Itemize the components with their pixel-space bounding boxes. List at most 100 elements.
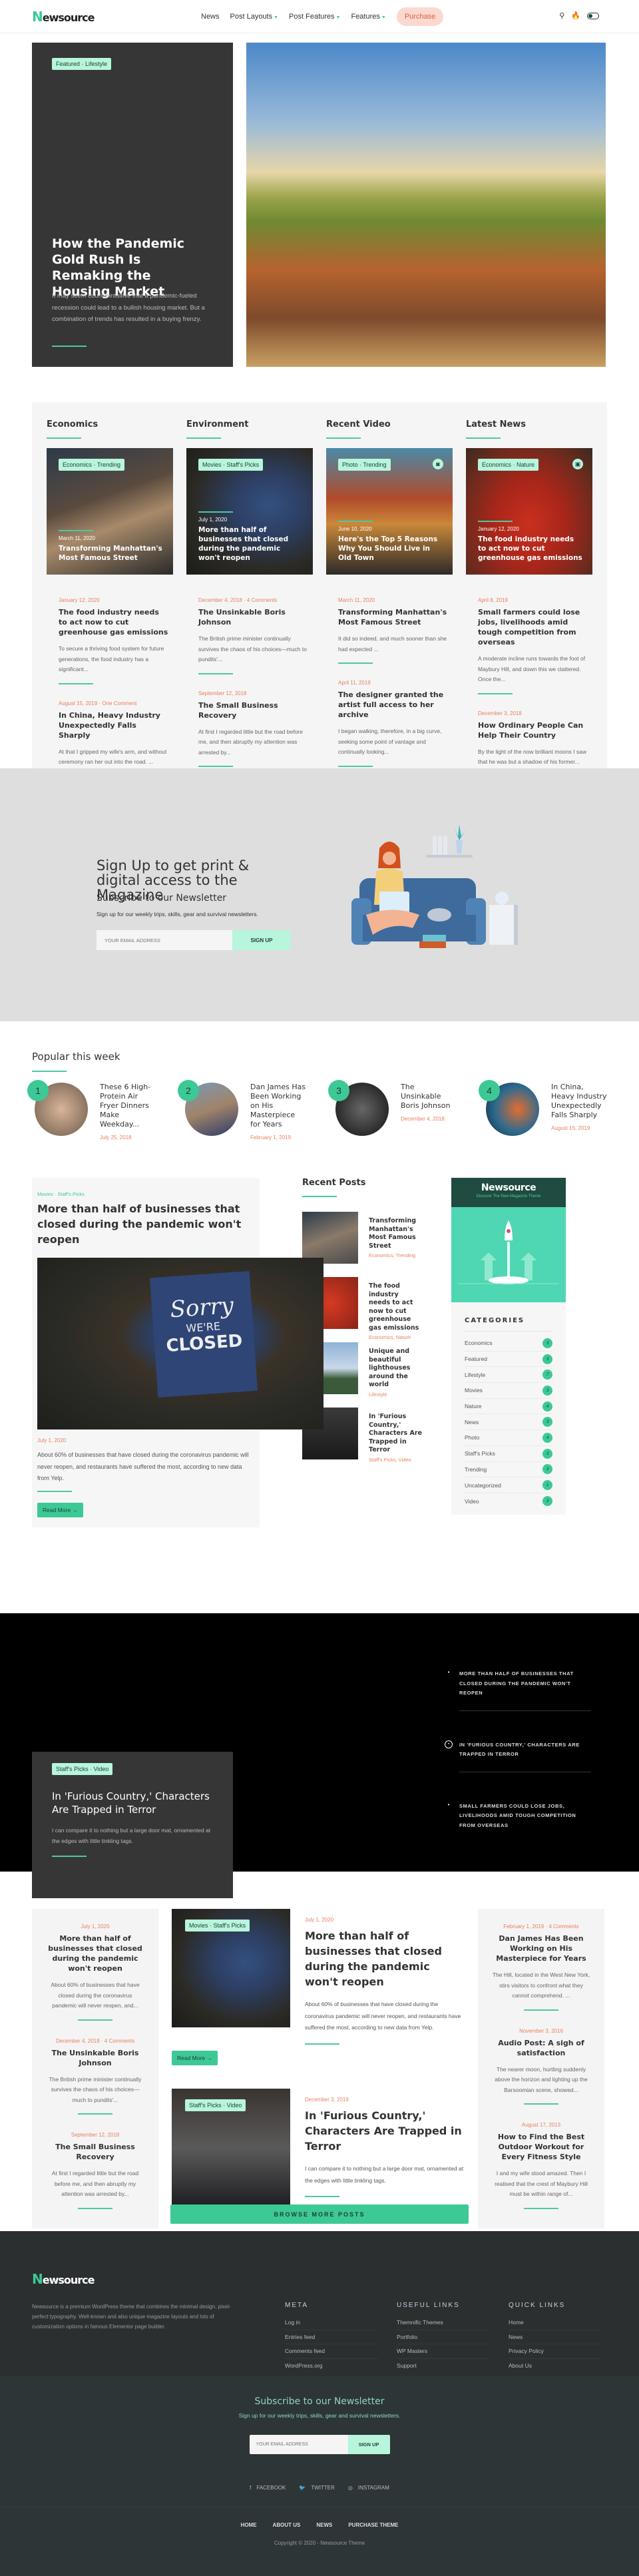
post-title[interactable]: Audio Post: A sigh of satisfaction — [491, 2038, 591, 2058]
nav-features[interactable]: Features ▼ — [351, 13, 385, 21]
sidebar-banner[interactable]: Newsource Discover The New Magazine Them… — [451, 1178, 566, 1207]
card-title[interactable]: More than half of businesses that closed… — [198, 525, 304, 563]
card-tag[interactable]: Photo · Trending — [338, 459, 391, 471]
nav-news[interactable]: News — [201, 13, 220, 21]
slider-list-item[interactable]: • SMALL FARMERS COULD LOSE JOBS, LIVELIH… — [445, 1802, 591, 1858]
recent-post-title[interactable]: Transforming Manhattan's Most Famous Str… — [369, 1217, 422, 1250]
recent-post-categories[interactable]: Staff's Picks, Video — [369, 1457, 422, 1463]
footer-logo[interactable]: Newsource — [32, 2271, 607, 2287]
purchase-button[interactable]: Purchase — [396, 7, 444, 26]
post-title[interactable]: Dan James Has Been Working on His Master… — [491, 1933, 591, 1963]
flame-icon[interactable]: 🔥 — [571, 11, 580, 20]
grid-post-tag[interactable]: Staff's Picks · Video — [185, 2099, 246, 2111]
footer-link[interactable]: Entries feed — [285, 2330, 378, 2344]
category-item[interactable]: Uncategorized 1 — [465, 1477, 552, 1493]
post-title[interactable]: The food industry needs to act now to cu… — [59, 607, 169, 637]
signup-button[interactable]: SIGN UP — [232, 930, 291, 950]
social-link[interactable]: f FACEBOOK — [250, 2485, 286, 2491]
footer-link[interactable]: Support — [397, 2359, 490, 2373]
social-link[interactable]: ◎ INSTAGRAM — [348, 2485, 389, 2491]
footer-nav-link[interactable]: NEWS — [316, 2522, 332, 2528]
category-item[interactable]: News 3 — [465, 1414, 552, 1431]
social-link[interactable]: 🐦 TWITTER — [299, 2485, 335, 2491]
footer-link[interactable]: WordPress.org — [285, 2359, 378, 2373]
popular-item[interactable]: 4 In China, Heavy Industry Unexpectedly … — [479, 1080, 607, 1141]
slider-list-item[interactable]: • IN 'FURIOUS COUNTRY,' CHARACTERS ARE T… — [445, 1740, 591, 1787]
post-title[interactable]: The Small Business Recovery — [198, 700, 309, 720]
grid-post-title[interactable]: In 'Furious Country,' Characters Are Tra… — [305, 2108, 465, 2154]
footer-link[interactable]: Themnific Themes — [397, 2316, 490, 2330]
read-more-button[interactable]: Read More → — [172, 2051, 218, 2065]
recent-post-categories[interactable]: Economics, Trending — [369, 1252, 422, 1258]
recent-post-title[interactable]: In 'Furious Country,' Characters Are Tra… — [369, 1413, 422, 1455]
card-tag[interactable]: Economics · Trending — [59, 459, 125, 471]
footer-link[interactable]: WP Masters — [397, 2344, 490, 2359]
footer-signup-button[interactable]: SIGN UP — [347, 2435, 390, 2454]
slider-title[interactable]: In 'Furious Country,' Characters Are Tra… — [52, 1790, 212, 1816]
hero-card[interactable]: Featured · Lifestyle How the Pandemic Go… — [32, 43, 233, 367]
featured-post-image[interactable]: Sorry WE'RE CLOSED — [37, 1258, 323, 1429]
card-title[interactable]: Transforming Manhattan's Most Famous Str… — [59, 544, 164, 563]
category-item[interactable]: Photo 4 — [465, 1430, 552, 1446]
popular-title[interactable]: In China, Heavy Industry Unexpectedly Fa… — [551, 1083, 607, 1120]
footer-link[interactable]: Privacy Policy — [509, 2344, 602, 2359]
grid-post-tag[interactable]: Movies · Staff's Picks — [185, 1920, 250, 1932]
popular-item[interactable]: 3 The Unsinkable Boris Johnson December … — [328, 1080, 457, 1141]
footer-nav-link[interactable]: PURCHASE THEME — [348, 2522, 398, 2528]
post-title[interactable]: Transforming Manhattan's Most Famous Str… — [338, 607, 449, 627]
card-title[interactable]: Here's the Top 5 Reasons Why You Should … — [338, 535, 443, 563]
post-title[interactable]: More than half of businesses that closed… — [45, 1933, 145, 1973]
grid-post-image[interactable]: Staff's Picks · Video — [172, 2089, 290, 2207]
category-item[interactable]: Featured 3 — [465, 1352, 552, 1368]
card-tag[interactable]: Movies · Staff's Picks — [198, 459, 264, 471]
category-item[interactable]: Movies 3 — [465, 1383, 552, 1399]
popular-title[interactable]: These 6 High-Protein Air Fryer Dinners M… — [100, 1083, 156, 1129]
category-item[interactable]: Economics 3 — [465, 1336, 552, 1352]
column-card[interactable]: Photo · Trending ◙ June 10, 2020 Here's t… — [326, 448, 453, 575]
featured-post-categories[interactable]: Movies · Staff's Picks — [32, 1191, 260, 1197]
footer-link[interactable]: About Us — [509, 2359, 602, 2373]
popular-item[interactable]: 1 These 6 High-Protein Air Fryer Dinners… — [27, 1080, 156, 1141]
category-item[interactable]: Lifestyle 7 — [465, 1367, 552, 1384]
footer-email-input[interactable] — [249, 2435, 348, 2454]
post-title[interactable]: In China, Heavy Industry Unexpectedly Fa… — [59, 710, 169, 740]
email-input[interactable] — [97, 930, 232, 950]
popular-title[interactable]: Dan James Has Been Working on His Master… — [250, 1083, 306, 1129]
hero-image[interactable] — [246, 43, 606, 367]
recent-post-title[interactable]: Unique and beautiful lighthouses around … — [369, 1348, 422, 1390]
post-title[interactable]: How to Find the Best Outdoor Workout for… — [491, 2132, 591, 2162]
category-item[interactable]: Video 3 — [465, 1493, 552, 1509]
category-item[interactable]: Nature 4 — [465, 1399, 552, 1415]
nav-post-features[interactable]: Post Features ▼ — [289, 13, 340, 21]
column-card[interactable]: Economics · Nature ▣ January 12, 2020 The… — [466, 448, 592, 575]
featured-post-title[interactable]: More than half of businesses that closed… — [32, 1201, 252, 1247]
recent-post-categories[interactable]: Lifestyle — [369, 1392, 422, 1398]
post-title[interactable]: How Ordinary People Can Help Their Count… — [478, 720, 588, 740]
footer-link[interactable]: News — [509, 2330, 602, 2344]
browse-more-posts-button[interactable]: BROWSE MORE POSTS — [170, 2204, 469, 2224]
post-title[interactable]: The Unsinkable Boris Johnson — [45, 2048, 145, 2068]
grid-post-image[interactable]: Movies · Staff's Picks — [172, 1909, 290, 2027]
card-title[interactable]: The food industry needs to act now to cu… — [478, 535, 583, 563]
slider-tag[interactable]: Staff's Picks · Video — [52, 1763, 113, 1775]
category-item[interactable]: Staff's Picks 3 — [465, 1446, 552, 1462]
hero-tag[interactable]: Featured · Lifestyle — [52, 58, 112, 70]
read-more-button[interactable]: Read More → — [37, 1503, 83, 1517]
site-logo[interactable]: Newsource — [32, 9, 95, 25]
recent-post-thumbnail[interactable] — [302, 1212, 358, 1264]
nav-post-layouts[interactable]: Post Layouts ▼ — [230, 13, 279, 21]
footer-link[interactable]: Home — [509, 2316, 602, 2330]
recent-post-title[interactable]: The food industry needs to act now to cu… — [369, 1282, 422, 1332]
category-item[interactable]: Trending 3 — [465, 1462, 552, 1478]
column-card[interactable]: Economics · Trending March 11, 2020 Tran… — [47, 448, 173, 575]
column-card[interactable]: Movies · Staff's Picks July 1, 2020 More… — [186, 448, 313, 575]
grid-post-title[interactable]: More than half of businesses that closed… — [305, 1928, 465, 1989]
post-title[interactable]: The Small Business Recovery — [45, 2142, 145, 2162]
slider-list-item[interactable]: • MORE THAN HALF OF BUSINESSES THAT CLOS… — [445, 1669, 591, 1726]
footer-link[interactable]: Comments feed — [285, 2344, 378, 2359]
dark-mode-toggle[interactable] — [587, 12, 599, 19]
popular-title[interactable]: The Unsinkable Boris Johnson — [401, 1083, 457, 1111]
search-icon[interactable]: ⚲ — [559, 11, 564, 20]
footer-nav-link[interactable]: HOME — [241, 2522, 257, 2528]
footer-link[interactable]: Portfolio — [397, 2330, 490, 2344]
